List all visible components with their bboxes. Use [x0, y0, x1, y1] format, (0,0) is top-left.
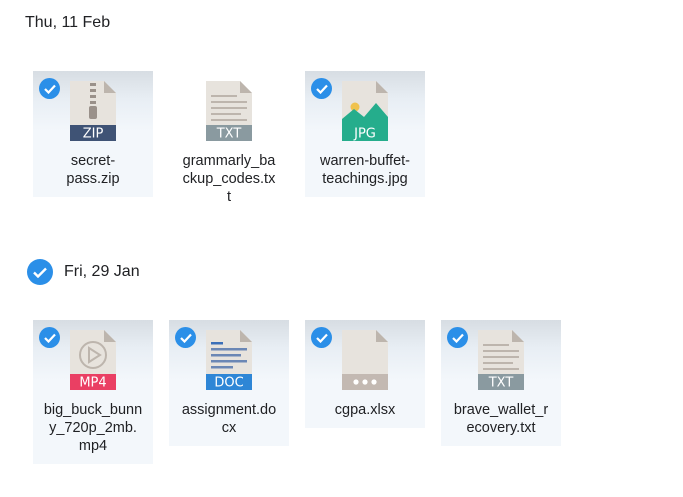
selected-check-icon[interactable] [175, 327, 196, 348]
svg-text:JPG: JPG [353, 127, 376, 142]
file-tile-cgpa-xlsx[interactable]: cgpa.xlsx [305, 320, 425, 428]
file-name: big_buck_bunn y_720p_2mb. mp4 [43, 402, 143, 454]
selected-check-icon[interactable] [311, 327, 332, 348]
file-name: warren-buffet- teachings.jpg [320, 153, 410, 187]
svg-text:MP4: MP4 [79, 376, 106, 391]
selected-check-icon[interactable] [39, 327, 60, 348]
txt-file-icon: TXT [478, 330, 524, 390]
file-name: grammarly_ba ckup_codes.tx t [182, 153, 276, 205]
image-file-icon: JPG [342, 81, 388, 141]
svg-text:ZIP: ZIP [83, 127, 104, 142]
date-label: Fri, 29 Jan [64, 263, 140, 280]
date-label: Thu, 11 Feb [25, 14, 111, 31]
txt-file-icon: TXT [206, 81, 252, 141]
selected-check-icon[interactable] [447, 327, 468, 348]
svg-text:TXT: TXT [488, 376, 514, 391]
generic-file-icon [342, 330, 388, 390]
zip-file-icon: ZIP [70, 81, 116, 141]
selected-check-icon[interactable] [39, 78, 60, 99]
svg-text:DOC: DOC [214, 376, 243, 391]
file-name: cgpa.xlsx [334, 402, 396, 418]
file-tile-assignment-docx[interactable]: DOC assignment.do cx [169, 320, 289, 446]
file-name: assignment.do cx [181, 402, 277, 436]
group-select-check-icon[interactable] [27, 259, 53, 285]
file-name: secret- pass.zip [66, 153, 120, 187]
date-header-thu-11-feb: Thu, 11 Feb [25, 14, 110, 32]
svg-text:TXT: TXT [216, 127, 242, 142]
doc-file-icon: DOC [206, 330, 252, 390]
selected-check-icon[interactable] [311, 78, 332, 99]
date-header-fri-29-jan[interactable]: Fri, 29 Jan [25, 259, 140, 285]
file-name: brave_wallet_r ecovery.txt [453, 402, 549, 436]
video-file-icon: MP4 [70, 330, 116, 390]
file-tile-big-buck-bunny-mp4[interactable]: MP4 big_buck_bunn y_720p_2mb. mp4 [33, 320, 153, 464]
file-tile-brave-wallet-recovery-txt[interactable]: TXT brave_wallet_r ecovery.txt [441, 320, 561, 446]
file-tile-secret-pass-zip[interactable]: ZIP secret- pass.zip [33, 71, 153, 197]
file-tile-warren-buffet-teachings-jpg[interactable]: JPG warren-buffet- teachings.jpg [305, 71, 425, 197]
file-tile-grammarly-backup-codes-txt[interactable]: TXT grammarly_ba ckup_codes.tx t [169, 71, 289, 207]
